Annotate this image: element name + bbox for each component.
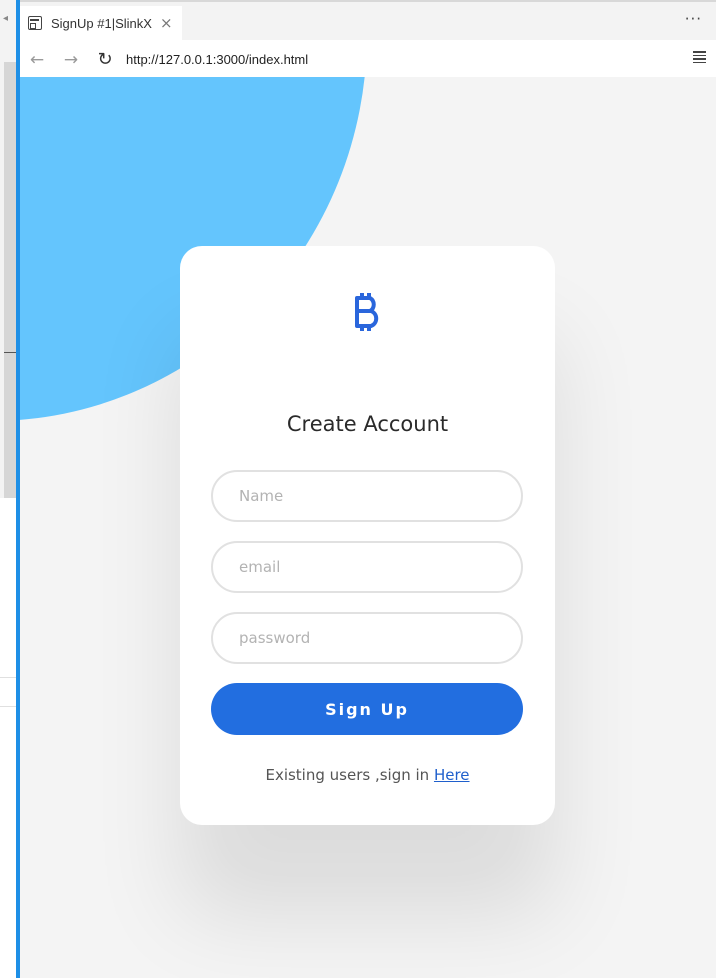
browser-chrome: SignUp #1|SlinkX × ··· ← → ↻ http://127.… xyxy=(20,0,716,79)
signin-prompt: Existing users ,sign in Here xyxy=(180,766,555,784)
browser-tab[interactable]: SignUp #1|SlinkX × xyxy=(20,6,182,40)
signup-card: Create Account Sign Up Existing users ,s… xyxy=(180,246,555,825)
page-title: Create Account xyxy=(286,412,449,436)
password-field[interactable] xyxy=(211,612,523,664)
editor-side-strip: ◂ xyxy=(0,0,16,978)
more-options-icon[interactable]: ··· xyxy=(685,10,702,28)
tab-title: SignUp #1|SlinkX xyxy=(51,15,152,31)
email-field[interactable] xyxy=(211,541,523,593)
sign-up-button[interactable]: Sign Up xyxy=(211,683,523,735)
page-viewport: Create Account Sign Up Existing users ,s… xyxy=(20,77,716,978)
back-icon[interactable]: ← xyxy=(20,50,54,70)
menu-icon[interactable] xyxy=(693,51,706,63)
refresh-icon[interactable]: ↻ xyxy=(88,49,122,70)
divider xyxy=(0,706,16,707)
signin-link[interactable]: Here xyxy=(434,766,470,784)
strip-arrow-icon: ◂ xyxy=(3,13,9,24)
bitcoin-icon xyxy=(355,293,379,331)
page-icon xyxy=(28,16,42,30)
divider xyxy=(0,677,16,678)
scroll-marker xyxy=(4,352,16,353)
side-scrollbar-thumb[interactable] xyxy=(4,62,16,498)
navigation-bar: ← → ↻ http://127.0.0.1:3000/index.html xyxy=(20,40,716,79)
signin-prompt-text: Existing users ,sign in xyxy=(265,766,434,784)
forward-icon[interactable]: → xyxy=(54,50,88,70)
side-panel-lower xyxy=(0,498,16,978)
name-field[interactable] xyxy=(211,470,523,522)
close-tab-icon[interactable]: × xyxy=(160,15,173,31)
address-bar[interactable]: http://127.0.0.1:3000/index.html xyxy=(126,52,308,67)
